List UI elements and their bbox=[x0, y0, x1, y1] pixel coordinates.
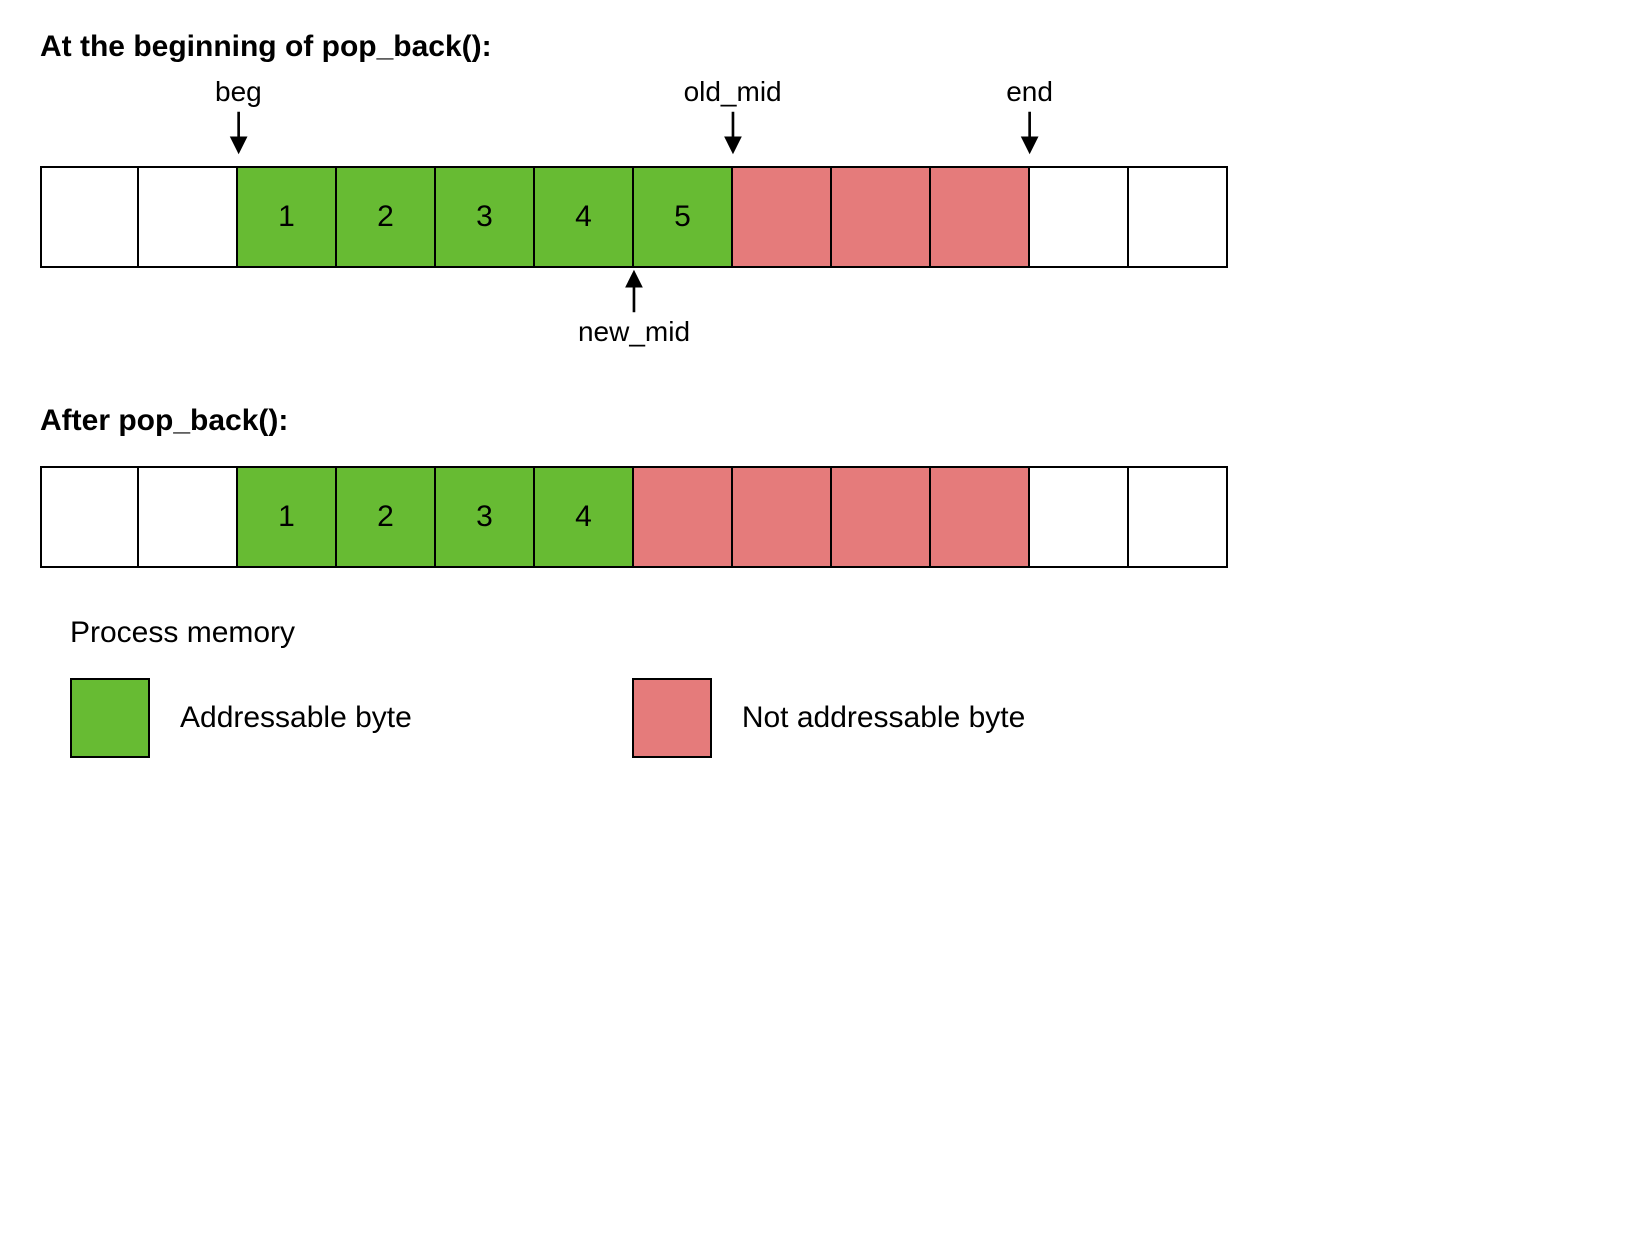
legend-swatch-red bbox=[632, 678, 712, 758]
memory-cell: 3 bbox=[436, 166, 535, 268]
memory-cell: 3 bbox=[436, 466, 535, 568]
memory-cell bbox=[1030, 466, 1129, 568]
memory-cell bbox=[931, 466, 1030, 568]
memory-cell: 1 bbox=[238, 466, 337, 568]
legend-item: Not addressable byte bbox=[632, 678, 1026, 758]
diagram-after: 1234 bbox=[40, 450, 1610, 568]
arrow-up-icon bbox=[620, 268, 648, 314]
memory-cell bbox=[832, 466, 931, 568]
memory-cell bbox=[832, 166, 931, 268]
memory-cell: 4 bbox=[535, 466, 634, 568]
diagram-before: beg old_mid end bbox=[40, 76, 1610, 368]
memory-cell: 5 bbox=[634, 166, 733, 268]
legend-title: Process memory bbox=[70, 616, 1610, 650]
section1-title: At the beginning of pop_back(): bbox=[40, 30, 1610, 64]
pointer-label: beg bbox=[215, 76, 262, 108]
memory-cell bbox=[634, 466, 733, 568]
memory-cell bbox=[1129, 466, 1228, 568]
memory-cell bbox=[1129, 166, 1228, 268]
memory-row-before: 12345 bbox=[40, 166, 1228, 268]
pointer-end: end bbox=[1006, 76, 1053, 156]
pointer-row-top: beg old_mid end bbox=[40, 76, 1228, 166]
memory-cell: 2 bbox=[337, 466, 436, 568]
legend-label: Not addressable byte bbox=[742, 701, 1026, 735]
memory-cell: 1 bbox=[238, 166, 337, 268]
pointer-row-bottom: new_mid bbox=[40, 268, 1228, 368]
memory-cell bbox=[139, 466, 238, 568]
memory-cell bbox=[931, 166, 1030, 268]
memory-cell bbox=[40, 466, 139, 568]
pointer-beg: beg bbox=[215, 76, 262, 156]
pointer-label: old_mid bbox=[684, 76, 782, 108]
legend-swatch-green bbox=[70, 678, 150, 758]
memory-cell bbox=[40, 166, 139, 268]
memory-cell bbox=[733, 166, 832, 268]
pointer-old-mid: old_mid bbox=[684, 76, 782, 156]
arrow-down-icon bbox=[224, 110, 252, 156]
pointer-label: new_mid bbox=[578, 316, 690, 348]
memory-cell bbox=[733, 466, 832, 568]
legend: Process memory Addressable byte Not addr… bbox=[40, 616, 1610, 758]
pointer-new-mid: new_mid bbox=[578, 268, 690, 348]
memory-cell: 4 bbox=[535, 166, 634, 268]
memory-cell: 2 bbox=[337, 166, 436, 268]
memory-cell bbox=[1030, 166, 1129, 268]
section2-title: After pop_back(): bbox=[40, 404, 1610, 438]
memory-cell bbox=[139, 166, 238, 268]
legend-label: Addressable byte bbox=[180, 701, 412, 735]
memory-row-after: 1234 bbox=[40, 466, 1228, 568]
legend-item: Addressable byte bbox=[70, 678, 412, 758]
arrow-down-icon bbox=[719, 110, 747, 156]
legend-items: Addressable byte Not addressable byte bbox=[70, 678, 1610, 758]
arrow-down-icon bbox=[1016, 110, 1044, 156]
pointer-label: end bbox=[1006, 76, 1053, 108]
